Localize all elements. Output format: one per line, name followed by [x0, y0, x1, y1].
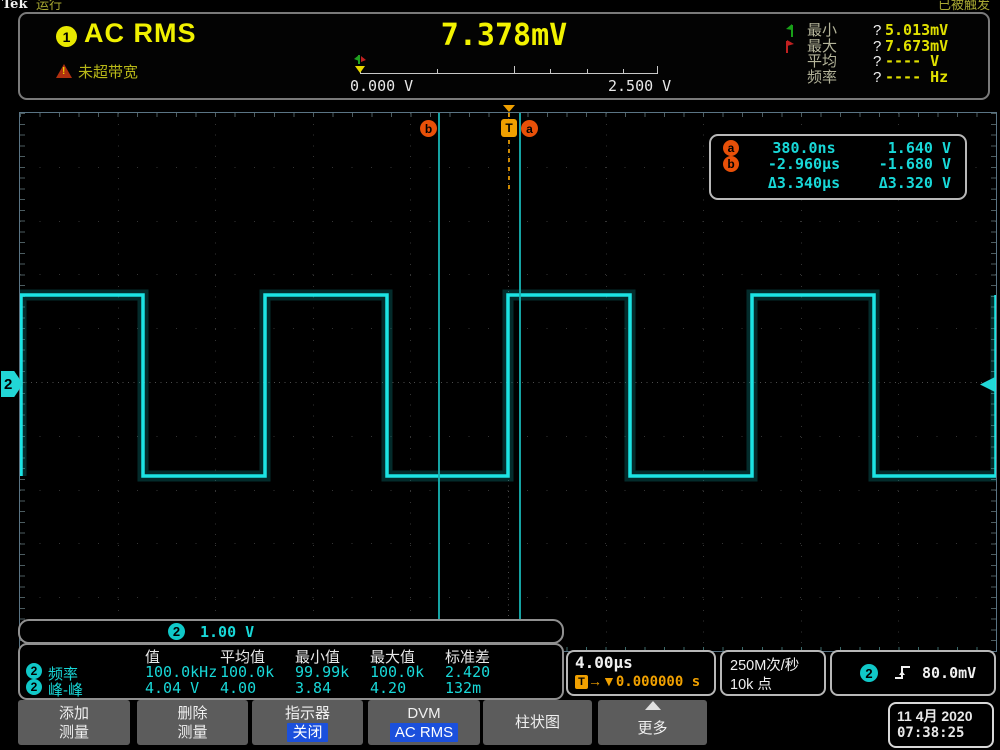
more-up-arrow-icon [645, 701, 661, 710]
dvm-scale-max-label: 2.500 V [608, 77, 671, 95]
cursor-a-line[interactable] [519, 113, 521, 621]
graticule: b T a 2 a 380.0ns 1.640 V b -2.960µs -1.… [19, 112, 997, 652]
trigger-position-arrow-icon [503, 105, 515, 112]
cursor-delta-readout: Δ3.340µs Δ3.320 V [711, 174, 965, 193]
channel-2-badge: 2 [26, 663, 42, 679]
dvm-scale-bar [360, 73, 657, 74]
dvm-scale-min-label: 0.000 V [350, 77, 413, 95]
trigger-source-badge: 2 [860, 664, 878, 682]
menu-delete-measurement-button[interactable]: 删除 测量 [137, 700, 248, 745]
warning-icon [56, 64, 72, 78]
acquisition-info-box[interactable]: 250M次/秒 10k 点 [720, 650, 826, 696]
menu-dvm-button[interactable]: DVM AC RMS [368, 700, 480, 745]
menu-add-measurement-button[interactable]: 添加 测量 [18, 700, 130, 745]
dvm-stat-freq: 频率 ? ---- Hz [797, 70, 982, 86]
scale-tick [623, 69, 624, 74]
dvm-panel: 1 AC RMS 未超带宽 7.378mV 0.000 V 2.500 V 最小 [18, 12, 990, 100]
measurement-row-peak-to-peak[interactable]: 2 峰-峰 4.04 V 4.00 3.84 4.20 132m [20, 679, 562, 695]
trigger-level: 80.0mV [922, 664, 976, 682]
cursor-b-badge: b [723, 156, 739, 172]
dvm-state-badge: AC RMS [390, 723, 458, 742]
trigger-status: 已被触发 [938, 0, 990, 11]
horizontal-position: T→▼0.000000 s [575, 673, 700, 690]
tek-logo: Tek [2, 0, 27, 11]
cursor-b-readout: b -2.960µs -1.680 V [711, 155, 965, 174]
max-flag-icon [785, 39, 795, 54]
scale-tick [657, 66, 658, 74]
scale-tick [587, 69, 588, 74]
scale-tick [437, 69, 438, 74]
run-status: 运行 [36, 0, 62, 11]
dvm-scale-marker-icon [353, 54, 365, 74]
dvm-statistics: 最小 ? 5.013mV 最大 ? 7.673mV 平均 ? ---- V 频率… [797, 23, 982, 85]
scale-tick [514, 66, 515, 74]
cursor-b-marker[interactable]: b [420, 120, 437, 137]
horizontal-scale: 4.00µs [575, 653, 633, 672]
record-length: 10k 点 [730, 673, 772, 694]
trigger-t-icon: T [575, 675, 588, 689]
trigger-position-marker[interactable]: T [501, 119, 517, 137]
horizontal-settings-box[interactable]: 4.00µs T→▼0.000000 s [566, 650, 716, 696]
cursor-b-line[interactable] [438, 113, 440, 621]
channel-2-scale: 1.00 V [200, 623, 254, 641]
channel-2-badge: 2 [26, 679, 42, 695]
time-label: 07:38:25 [897, 725, 964, 741]
measurement-table: 值 平均值 最小值 最大值 标准差 2 频率 100.0kHz 100.0k 9… [18, 643, 564, 700]
channel-2-scale-bar[interactable]: 2 1.00 V [18, 619, 564, 644]
bandwidth-warning: 未超带宽 [56, 61, 138, 82]
menu-more-button[interactable]: 更多 [598, 700, 707, 745]
channel-2-badge: 2 [168, 623, 185, 640]
rising-edge-icon [894, 664, 912, 682]
sample-rate: 250M次/秒 [730, 654, 799, 675]
scale-tick [550, 69, 551, 74]
cursor-a-marker[interactable]: a [521, 120, 538, 137]
trigger-settings-box[interactable]: 2 80.0mV [830, 650, 996, 696]
cursor-readout-box: a 380.0ns 1.640 V b -2.960µs -1.680 V Δ3… [709, 134, 967, 200]
indicators-state-badge: 关闭 [287, 723, 327, 742]
menu-histogram-button[interactable]: 柱状图 [483, 700, 592, 745]
status-bar: Tek 运行 已被触发 [0, 0, 1000, 12]
measurement-row-frequency[interactable]: 2 频率 100.0kHz 100.0k 99.99k 100.0k 2.420 [20, 663, 562, 679]
oscilloscope-screen: Tek 运行 已被触发 1 AC RMS 未超带宽 7.378mV 0.000 … [0, 0, 1000, 750]
date-label: 11 4月 2020 [897, 706, 973, 726]
datetime-box: 11 4月 2020 07:38:25 [888, 702, 994, 748]
min-flag-icon [785, 23, 795, 38]
menu-indicators-button[interactable]: 指示器 关闭 [252, 700, 363, 745]
